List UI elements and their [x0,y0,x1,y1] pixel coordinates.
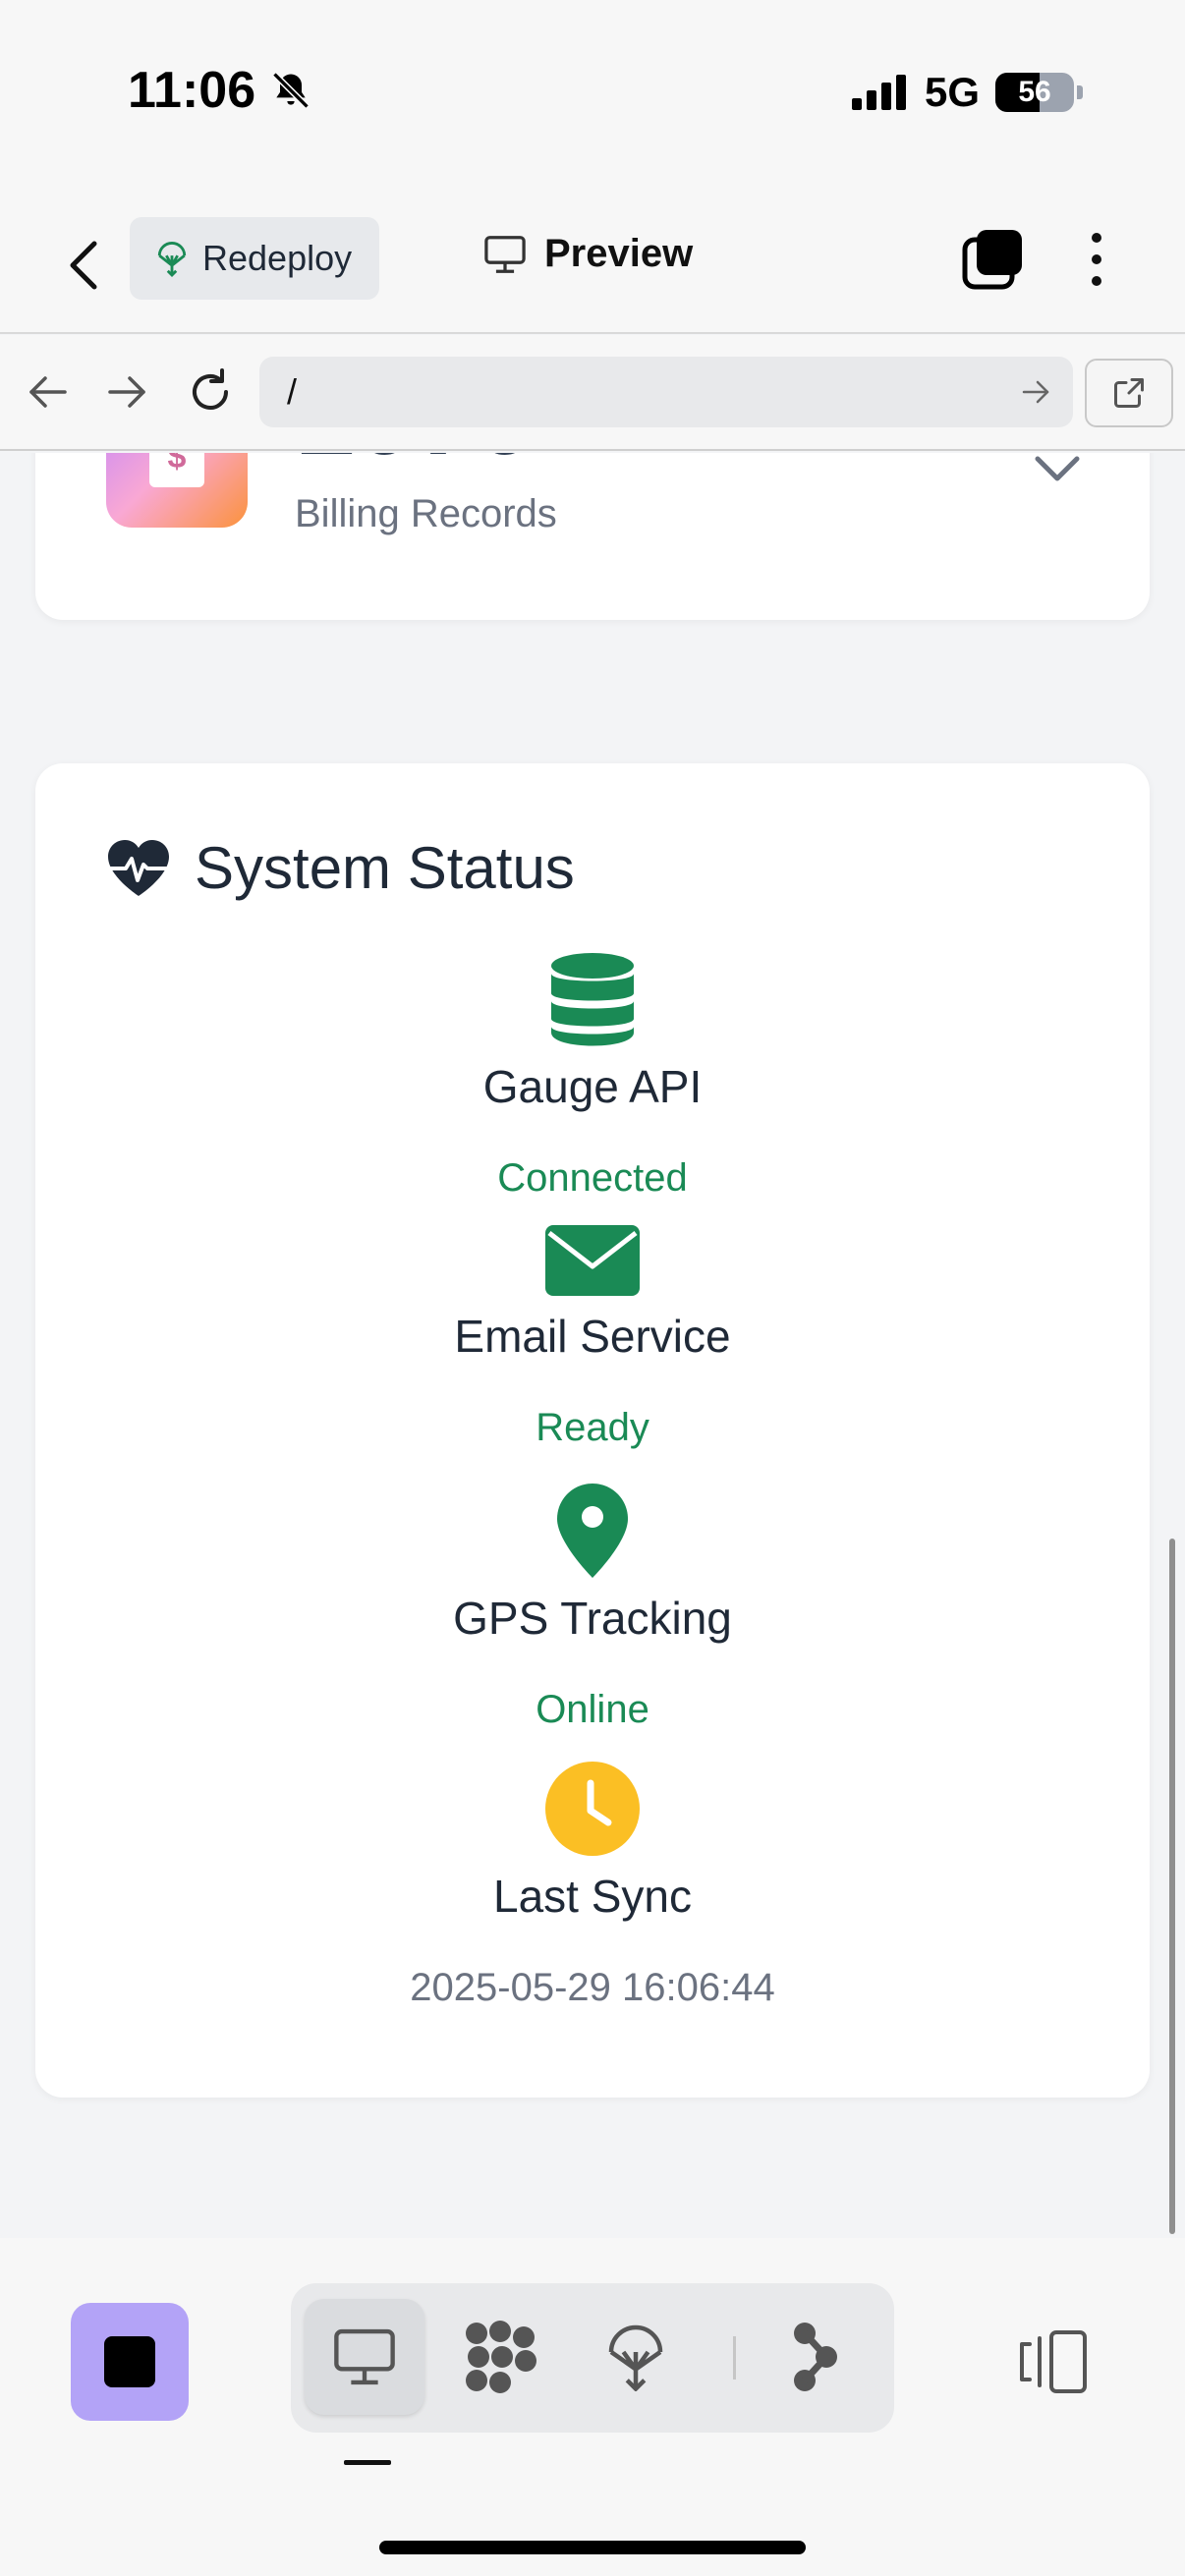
stop-button[interactable] [71,2303,189,2421]
billing-records-card[interactable]: $ 1070 Billing Records [35,453,1150,620]
status-name: Last Sync [493,1871,692,1922]
url-input[interactable]: / [259,357,1073,427]
go-arrow-icon[interactable] [1018,374,1053,410]
forward-arrow-icon[interactable] [100,364,155,420]
external-link-icon [1114,378,1144,408]
database-icon [551,953,634,1046]
preview-mode-button[interactable] [305,2299,424,2415]
heartbeat-icon [106,839,171,896]
map-pin-icon [557,1484,628,1578]
back-chevron-icon[interactable] [61,236,106,295]
clock-time: 11:06 [128,62,256,119]
dollar-document-icon: $ [149,453,204,487]
status-value: Online [536,1688,649,1731]
home-indicator[interactable] [379,2541,806,2554]
branch-icon [794,2323,837,2391]
active-tab-indicator [344,2460,391,2465]
clock-icon [545,1762,640,1856]
status-value: 2025-05-29 16:06:44 [410,1966,775,2009]
back-arrow-icon[interactable] [20,364,75,420]
reload-icon[interactable] [183,364,238,420]
deploy-icon [157,242,187,277]
status-name: GPS Tracking [453,1593,732,1644]
deploy-mode-button[interactable] [576,2299,696,2415]
nodes-cluster-icon [466,2321,536,2393]
billing-count: 1070 [295,453,536,479]
status-item-gps: GPS Tracking Online [35,1484,1150,1732]
billing-label: Billing Records [295,492,557,535]
git-mode-button[interactable] [753,2299,873,2415]
status-item-email: Email Service Ready [35,1225,1150,1450]
open-external-button[interactable] [1085,359,1173,427]
workflows-mode-button[interactable] [440,2299,560,2415]
status-name: Email Service [454,1311,731,1362]
split-layout-icon[interactable] [1016,2328,1091,2395]
segment-divider [733,2336,736,2380]
status-heading: System Status [106,834,575,902]
monitor-icon [334,2328,395,2385]
network-type: 5G [924,69,980,115]
status-value: Ready [536,1406,649,1449]
status-indicators: 5G 56 [851,69,1083,116]
battery-percent: 56 [1018,76,1051,108]
battery-nub [1077,85,1083,99]
status-value: Connected [497,1156,688,1200]
preview-title: Preview [483,232,693,276]
battery-icon: 56 [995,73,1074,112]
deploy-icon [608,2324,663,2391]
redeploy-label: Redeploy [202,238,353,278]
redeploy-button[interactable]: Redeploy [130,217,379,300]
app-header: Redeploy Preview [0,196,1185,334]
envelope-icon [545,1225,640,1296]
page-viewport[interactable]: $ 1070 Billing Records System Status Gau… [0,453,1185,2237]
system-status-card: System Status Gauge API Connected Email … [35,763,1150,2098]
browser-url-bar: / [0,335,1185,451]
url-text: / [287,371,298,412]
chevron-down-icon[interactable] [1028,453,1087,492]
view-mode-segment [291,2283,894,2433]
billing-icon: $ [106,453,248,528]
status-time-group: 11:06 [128,61,312,120]
page-scrollbar[interactable] [1169,1539,1175,2234]
stop-icon [104,2336,155,2387]
status-item-last-sync: Last Sync 2025-05-29 16:06:44 [35,1762,1150,2010]
cellular-signal-icon [851,75,906,110]
more-options-icon[interactable] [1079,228,1114,291]
tabs-icon[interactable] [961,228,1024,291]
preview-label: Preview [544,232,694,275]
bottom-toolbar [0,2238,1185,2576]
status-item-gauge-api: Gauge API Connected [35,952,1150,1201]
status-name: Gauge API [482,1061,703,1112]
bell-slash-icon [272,72,310,109]
ios-status-bar: 11:06 5G 56 [0,0,1185,196]
status-title: System Status [195,835,575,901]
monitor-icon [484,235,526,273]
